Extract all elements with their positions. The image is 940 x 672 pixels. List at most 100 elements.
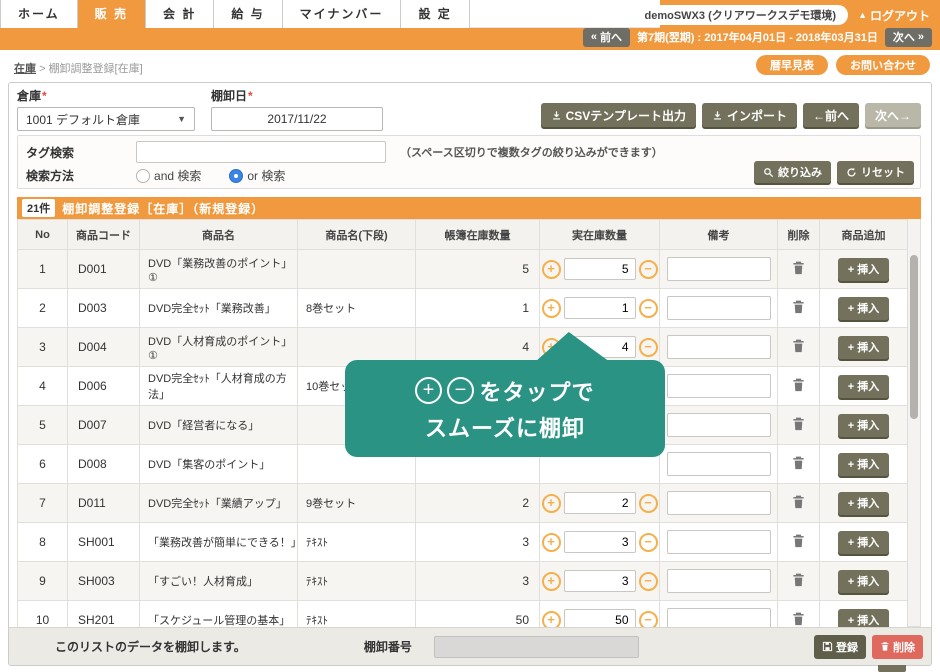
csv-template-button[interactable]: CSVテンプレート出力: [541, 103, 696, 127]
note-cell: [660, 367, 778, 406]
actual-quantity-cell: + −: [540, 523, 660, 562]
trash-icon[interactable]: [789, 375, 808, 398]
row-number: 6: [18, 445, 68, 484]
product-name: DVD「集客のポイント」: [140, 445, 298, 484]
minus-circle-icon[interactable]: −: [639, 494, 658, 513]
quantity-stepper: + −: [542, 570, 658, 592]
callout-line2: スムーズに棚卸: [425, 411, 585, 443]
insert-row-button[interactable]: + 挿入: [838, 336, 889, 359]
logout-icon: ▲: [858, 10, 867, 20]
insert-row-button[interactable]: + 挿入: [838, 492, 889, 515]
trash-icon[interactable]: [789, 336, 808, 359]
or-search-radio[interactable]: or 検索: [229, 167, 285, 184]
insert-row-button[interactable]: + 挿入: [838, 258, 889, 281]
warehouse-select[interactable]: 1001 デフォルト倉庫 ▼: [17, 107, 195, 131]
add-product-cell: + 挿入: [820, 367, 908, 406]
insert-row-button[interactable]: + 挿入: [838, 453, 889, 476]
search-method-label: 検索方法: [26, 167, 74, 184]
minus-circle-icon[interactable]: −: [639, 338, 658, 357]
trash-icon[interactable]: [789, 414, 808, 437]
table-scrollbar[interactable]: [907, 219, 921, 627]
prev-page-label: ←前へ: [813, 107, 849, 124]
minus-circle-icon[interactable]: −: [639, 533, 658, 552]
trash-icon[interactable]: [789, 492, 808, 515]
product-code: D011: [68, 484, 140, 523]
breadcrumb-link-stock[interactable]: 在庫: [14, 63, 36, 75]
note-input[interactable]: [667, 491, 771, 515]
actual-quantity-input[interactable]: [564, 258, 636, 280]
minus-circle-icon[interactable]: −: [639, 299, 658, 318]
actual-quantity-cell: + −: [540, 250, 660, 289]
delete-all-button[interactable]: 削除: [872, 635, 923, 659]
trash-icon[interactable]: [789, 453, 808, 476]
tab-settings[interactable]: 設 定: [401, 0, 469, 28]
tab-home[interactable]: ホーム: [0, 0, 78, 28]
stocktake-date-input[interactable]: [211, 107, 383, 131]
prev-page-button[interactable]: ←前へ: [803, 103, 859, 127]
note-input[interactable]: [667, 569, 771, 593]
trash-icon[interactable]: [789, 258, 808, 281]
tag-filter-box: タグ検索 （スペース区切りで複数タグの絞り込みができます） 検索方法 and 検…: [17, 135, 921, 189]
plus-circle-icon[interactable]: +: [542, 260, 561, 279]
note-input[interactable]: [667, 452, 771, 476]
plus-circle-icon[interactable]: +: [542, 299, 561, 318]
tab-mynumber[interactable]: マイナンバー: [283, 0, 402, 28]
import-button[interactable]: インポート: [702, 103, 797, 127]
note-input[interactable]: [667, 296, 771, 320]
product-subname: [298, 250, 416, 289]
plus-circle-icon[interactable]: +: [542, 494, 561, 513]
minus-circle-icon[interactable]: −: [639, 260, 658, 279]
actual-quantity-input[interactable]: [564, 492, 636, 514]
plus-circle-icon[interactable]: +: [542, 533, 561, 552]
actual-quantity-input[interactable]: [564, 531, 636, 553]
register-button[interactable]: 登録: [814, 635, 866, 659]
actual-quantity-input[interactable]: [564, 297, 636, 319]
contact-button[interactable]: お問い合わせ: [836, 55, 930, 75]
and-search-radio[interactable]: and 検索: [136, 167, 201, 184]
period-next-label: 次へ: [893, 29, 915, 45]
insert-row-button[interactable]: + 挿入: [838, 297, 889, 320]
note-input[interactable]: [667, 413, 771, 437]
next-page-button[interactable]: 次へ→: [865, 103, 921, 127]
breadcrumb-separator: >: [39, 63, 45, 75]
calendar-reference-button[interactable]: 暦早見表: [756, 55, 828, 75]
minus-circle-icon[interactable]: −: [639, 572, 658, 591]
logout-button[interactable]: ▲ ログアウト: [858, 7, 930, 24]
tag-search-input[interactable]: [136, 141, 386, 163]
trash-icon[interactable]: [789, 531, 808, 554]
reset-button[interactable]: リセット: [837, 161, 914, 183]
note-input[interactable]: [667, 530, 771, 554]
tab-sales[interactable]: 販 売: [78, 0, 146, 28]
book-quantity: 5: [416, 250, 540, 289]
insert-label: 挿入: [857, 381, 879, 393]
insert-row-button[interactable]: + 挿入: [838, 414, 889, 437]
scrollbar-thumb[interactable]: [910, 255, 918, 419]
callout-line1: +− をタップで: [415, 375, 594, 407]
skip-forward-icon: »: [918, 31, 924, 43]
delete-cell: [778, 523, 820, 562]
insert-row-button[interactable]: + 挿入: [838, 570, 889, 593]
note-input[interactable]: [667, 257, 771, 281]
plus-circle-icon[interactable]: +: [542, 572, 561, 591]
trash-icon[interactable]: [789, 570, 808, 593]
product-name: DVD完全ｾｯﾄ「人材育成の方法」: [140, 367, 298, 406]
period-prev-button[interactable]: « 前へ: [583, 28, 630, 47]
actual-quantity-cell: + −: [540, 484, 660, 523]
table-row: 1 D001 DVD「業務改善のポイント」① 5 + − +: [17, 250, 907, 289]
apply-filter-button[interactable]: 絞り込み: [754, 161, 831, 183]
insert-row-button[interactable]: + 挿入: [838, 531, 889, 554]
note-cell: [660, 484, 778, 523]
delete-cell: [778, 562, 820, 601]
reset-icon: [846, 167, 857, 178]
actual-quantity-input[interactable]: [564, 570, 636, 592]
product-code: D007: [68, 406, 140, 445]
period-next-button[interactable]: 次へ »: [885, 28, 932, 47]
insert-label: 挿入: [857, 420, 879, 432]
stocktake-number-label: 棚卸番号: [364, 638, 412, 655]
tab-accounting[interactable]: 会 計: [146, 0, 214, 28]
note-input[interactable]: [667, 374, 771, 398]
note-input[interactable]: [667, 335, 771, 359]
insert-row-button[interactable]: + 挿入: [838, 375, 889, 398]
tab-payroll[interactable]: 給 与: [214, 0, 282, 28]
trash-icon[interactable]: [789, 297, 808, 320]
